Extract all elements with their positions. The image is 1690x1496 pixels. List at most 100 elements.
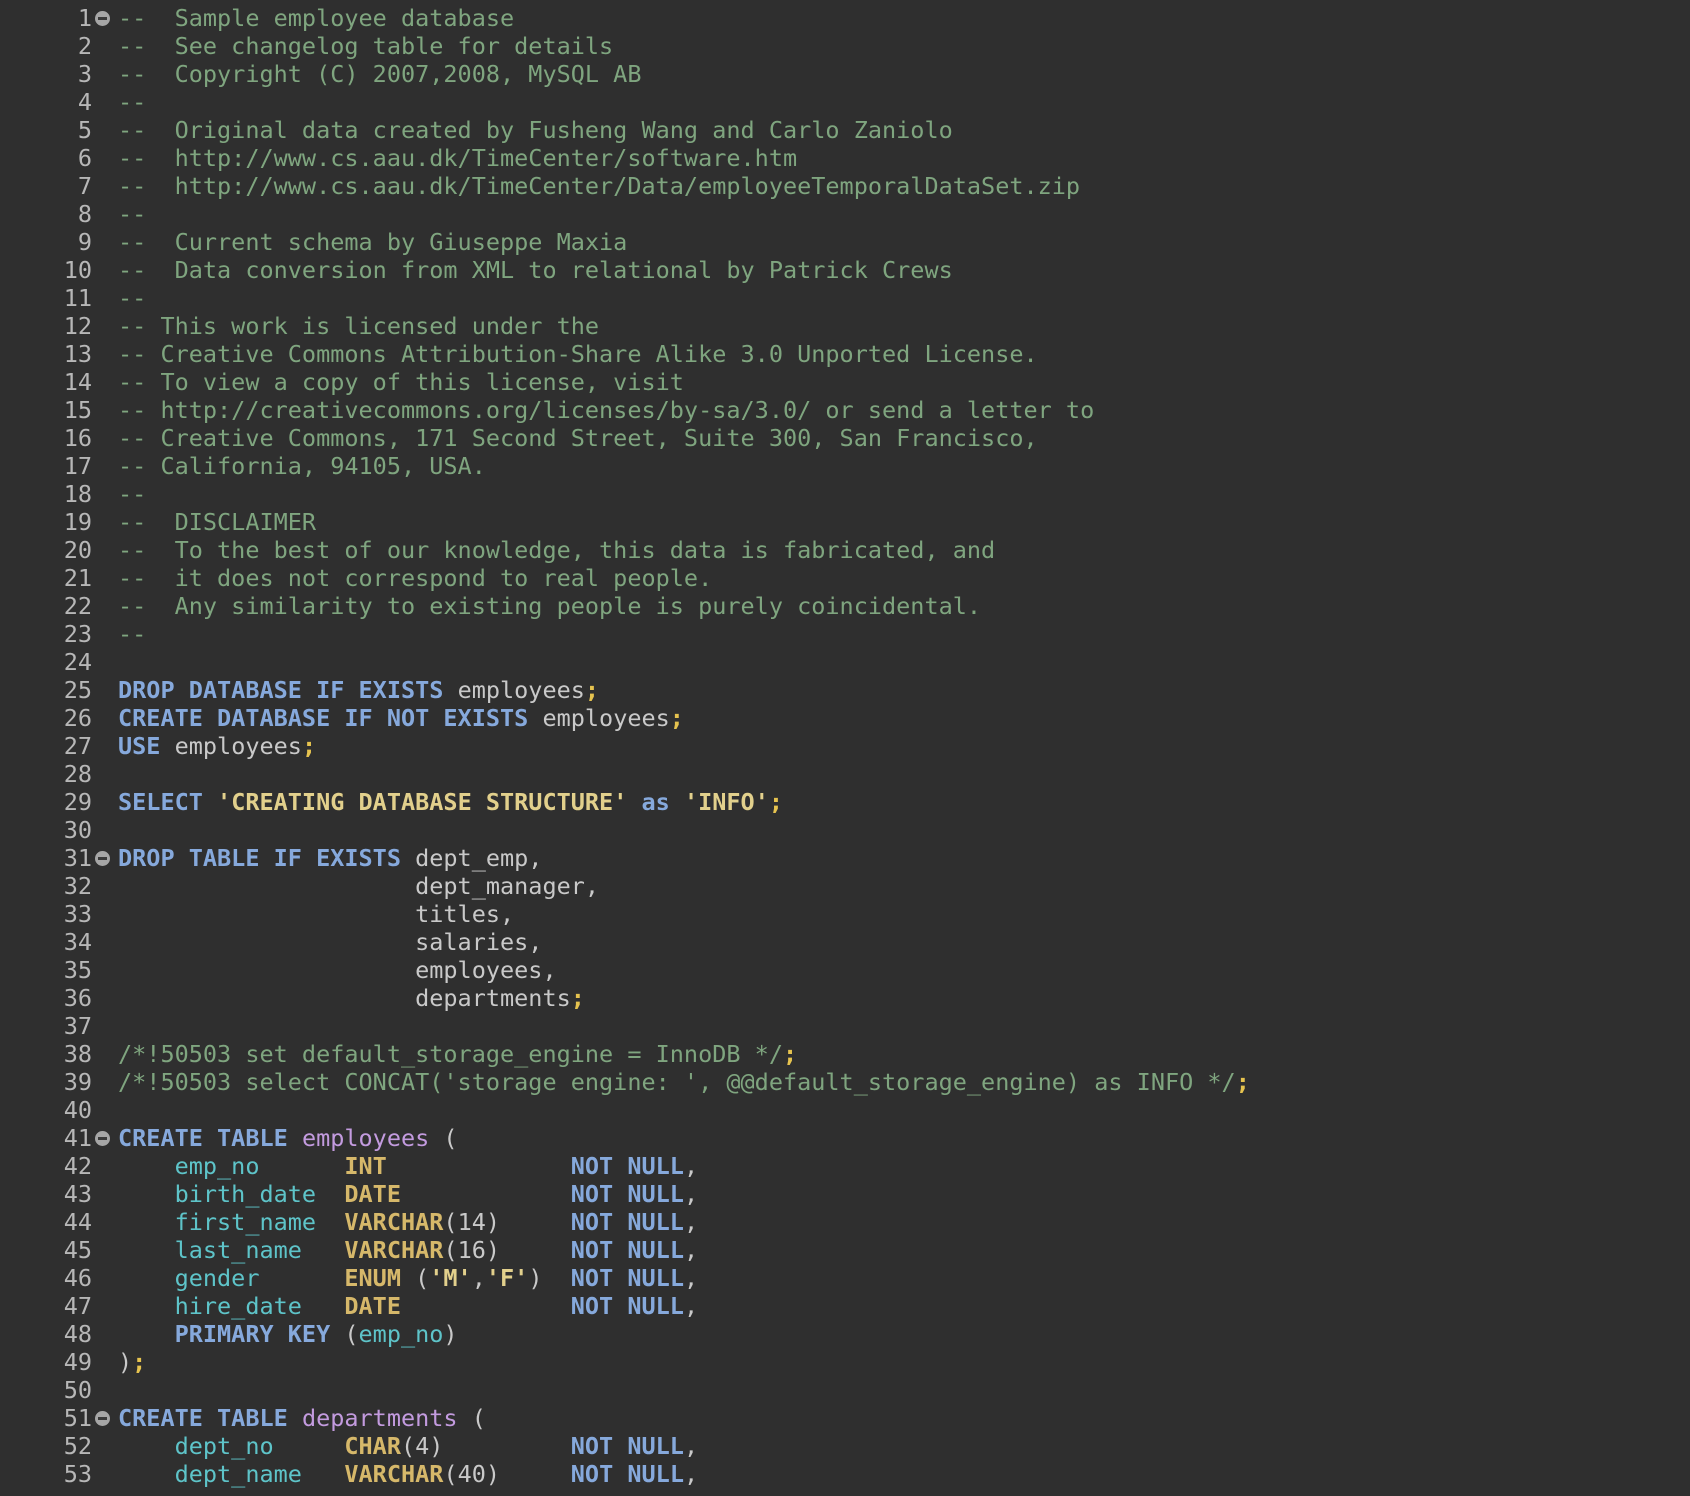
line-number: 41 <box>63 1124 92 1152</box>
code-line[interactable]: 16 -- Creative Commons, 171 Second Street… <box>0 424 1690 452</box>
code-line[interactable]: 29 SELECT 'CREATING DATABASE STRUCTURE' a… <box>0 788 1690 816</box>
line-number: 33 <box>63 900 92 928</box>
code-line[interactable]: 50 <box>0 1376 1690 1404</box>
token-plain: titles, <box>118 900 515 928</box>
code-line[interactable]: 11 -- <box>0 284 1690 312</box>
code-line[interactable]: 47 hire_date DATE NOT NULL, <box>0 1292 1690 1320</box>
code-line[interactable]: 40 <box>0 1096 1690 1124</box>
line-number: 19 <box>63 508 92 536</box>
code-line[interactable]: 44 first_name VARCHAR(14) NOT NULL, <box>0 1208 1690 1236</box>
code-line[interactable]: 22 -- Any similarity to existing people i… <box>0 592 1690 620</box>
code-text: -- http://www.cs.aau.dk/TimeCenter/softw… <box>118 144 797 172</box>
code-line[interactable]: 1 -- Sample employee database <box>0 4 1690 32</box>
fold-collapse-icon[interactable] <box>95 1411 110 1426</box>
token-comment: /*!50503 set default_storage_engine = In… <box>118 1040 783 1068</box>
code-line[interactable]: 12 -- This work is licensed under the <box>0 312 1690 340</box>
code-line[interactable]: 37 <box>0 1012 1690 1040</box>
code-line[interactable]: 41 CREATE TABLE employees ( <box>0 1124 1690 1152</box>
code-line[interactable]: 49); <box>0 1348 1690 1376</box>
token-punct: ; <box>1235 1068 1250 1096</box>
code-line[interactable]: 30 <box>0 816 1690 844</box>
code-line[interactable]: 42 emp_no INT NOT NULL, <box>0 1152 1690 1180</box>
code-line[interactable]: 53 dept_name VARCHAR(40) NOT NULL, <box>0 1460 1690 1488</box>
code-line[interactable]: 33 titles, <box>0 900 1690 928</box>
token-plain: employees <box>528 704 670 732</box>
code-text: DROP TABLE IF EXISTS dept_emp, <box>118 844 542 872</box>
token-plain: (14) <box>443 1208 571 1236</box>
line-number: 22 <box>63 592 92 620</box>
code-line[interactable]: 46 gender ENUM ('M','F') NOT NULL, <box>0 1264 1690 1292</box>
token-comment: -- Copyright (C) 2007,2008, MySQL AB <box>118 60 642 88</box>
code-text: -- Sample employee database <box>118 4 514 32</box>
line-number: 23 <box>63 620 92 648</box>
code-line[interactable]: 43 birth_date DATE NOT NULL, <box>0 1180 1690 1208</box>
code-text: CREATE DATABASE IF NOT EXISTS employees; <box>118 704 684 732</box>
token-kw: CREATE TABLE <box>118 1124 288 1152</box>
fold-collapse-icon[interactable] <box>95 851 110 866</box>
code-line[interactable]: 39 /*!50503 select CONCAT('storage engine… <box>0 1068 1690 1096</box>
token-kw: NOT NULL <box>570 1236 684 1264</box>
code-line[interactable]: 17 -- California, 94105, USA. <box>0 452 1690 480</box>
code-line[interactable]: 21 -- it does not correspond to real peop… <box>0 564 1690 592</box>
fold-collapse-icon[interactable] <box>95 11 110 26</box>
line-number: 8 <box>77 200 92 228</box>
code-line[interactable]: 3 -- Copyright (C) 2007,2008, MySQL AB <box>0 60 1690 88</box>
code-line[interactable]: 28 <box>0 760 1690 788</box>
token-kw: as <box>641 788 670 816</box>
token-plain: dept_manager, <box>118 872 600 900</box>
code-line[interactable]: 4 -- <box>0 88 1690 116</box>
code-line[interactable]: 19 -- DISCLAIMER <box>0 508 1690 536</box>
code-line[interactable]: 8 -- <box>0 200 1690 228</box>
line-number: 15 <box>63 396 92 424</box>
code-line[interactable]: 13 -- Creative Commons Attribution-Share … <box>0 340 1690 368</box>
code-line[interactable]: 25 DROP DATABASE IF EXISTS employees; <box>0 676 1690 704</box>
code-line[interactable]: 31 DROP TABLE IF EXISTS dept_emp, <box>0 844 1690 872</box>
code-line[interactable]: 27 USE employees; <box>0 732 1690 760</box>
code-text: emp_no INT NOT NULL, <box>118 1152 699 1180</box>
line-number: 53 <box>63 1460 92 1488</box>
token-punct: ; <box>768 788 784 816</box>
code-text: departments; <box>118 984 585 1012</box>
code-line[interactable]: 14 -- To view a copy of this license, vis… <box>0 368 1690 396</box>
code-line[interactable]: 24 <box>0 648 1690 676</box>
code-line[interactable]: 20 -- To the best of our knowledge, this … <box>0 536 1690 564</box>
code-line[interactable]: 6 -- http://www.cs.aau.dk/TimeCenter/soft… <box>0 144 1690 172</box>
code-line[interactable]: 52 dept_no CHAR(4) NOT NULL, <box>0 1432 1690 1460</box>
code-line[interactable]: 9 -- Current schema by Giuseppe Maxia <box>0 228 1690 256</box>
code-line[interactable]: 2 -- See changelog table for details <box>0 32 1690 60</box>
fold-collapse-icon[interactable] <box>95 1131 110 1146</box>
code-line[interactable]: 34 salaries, <box>0 928 1690 956</box>
code-line[interactable]: 36 departments; <box>0 984 1690 1012</box>
line-number: 21 <box>63 564 92 592</box>
code-line[interactable]: 32 dept_manager, <box>0 872 1690 900</box>
code-line[interactable]: 10 -- Data conversion from XML to relatio… <box>0 256 1690 284</box>
token-comment: -- This work is licensed under the <box>118 312 600 340</box>
code-line[interactable]: 5 -- Original data created by Fusheng Wan… <box>0 116 1690 144</box>
code-line[interactable]: 35 employees, <box>0 956 1690 984</box>
token-type: CHAR <box>344 1432 401 1460</box>
token-comment: -- Creative Commons Attribution-Share Al… <box>118 340 1038 368</box>
code-text: -- To the best of our knowledge, this da… <box>118 536 995 564</box>
code-line[interactable]: 7 -- http://www.cs.aau.dk/TimeCenter/Data… <box>0 172 1690 200</box>
code-line[interactable]: 38 /*!50503 set default_storage_engine = … <box>0 1040 1690 1068</box>
code-line[interactable]: 45 last_name VARCHAR(16) NOT NULL, <box>0 1236 1690 1264</box>
code-line[interactable]: 26 CREATE DATABASE IF NOT EXISTS employee… <box>0 704 1690 732</box>
token-type: VARCHAR <box>344 1208 444 1236</box>
line-number: 2 <box>77 32 92 60</box>
line-number: 17 <box>63 452 92 480</box>
line-number: 38 <box>63 1040 92 1068</box>
code-text: salaries, <box>118 928 542 956</box>
code-line[interactable]: 15 -- http://creativecommons.org/licenses… <box>0 396 1690 424</box>
code-line[interactable]: 23 -- <box>0 620 1690 648</box>
code-text: -- http://www.cs.aau.dk/TimeCenter/Data/… <box>118 172 1080 200</box>
code-line[interactable]: 18 -- <box>0 480 1690 508</box>
code-line[interactable]: 48 PRIMARY KEY (emp_no) <box>0 1320 1690 1348</box>
code-text: -- Data conversion from XML to relationa… <box>118 256 953 284</box>
code-editor[interactable]: 1 -- Sample employee database 2 -- See chan… <box>0 0 1690 1496</box>
token-col: emp_no <box>358 1320 444 1348</box>
code-line[interactable]: 51 CREATE TABLE departments ( <box>0 1404 1690 1432</box>
